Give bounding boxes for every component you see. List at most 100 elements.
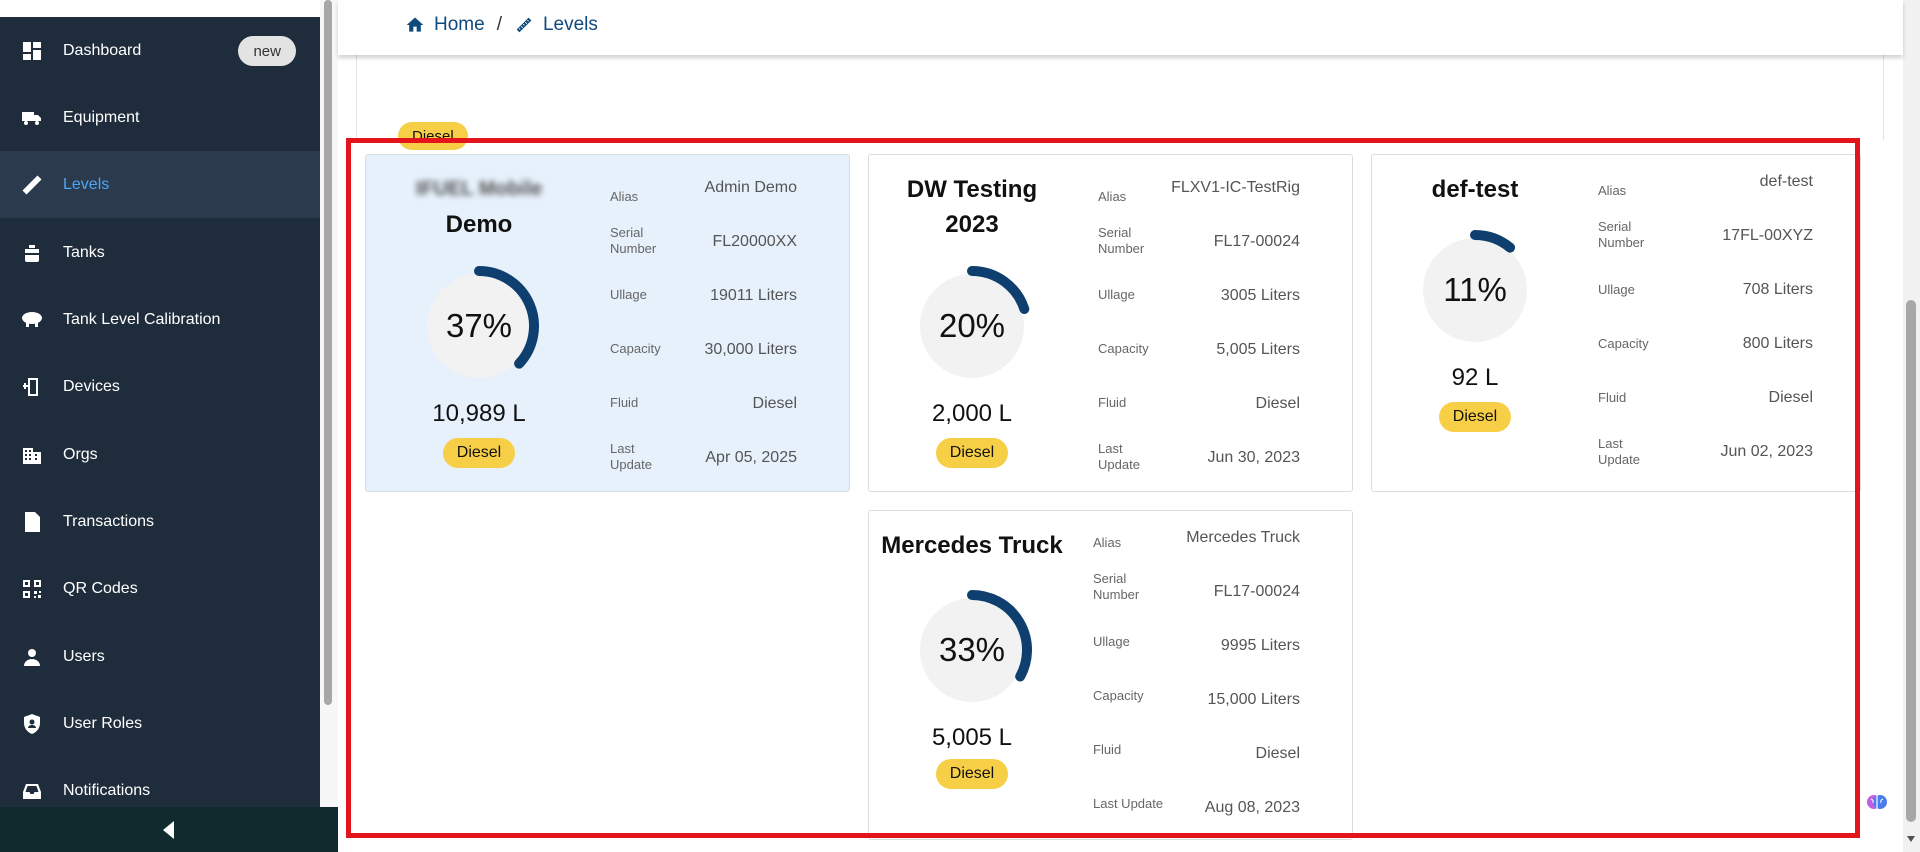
fluid-chip: Diesel <box>443 438 515 468</box>
tank-name-line2: Demo <box>445 211 513 238</box>
field-value-fluid: Diesel <box>1255 745 1300 762</box>
sidebar-item-user-roles[interactable]: User Roles <box>0 690 320 757</box>
field-value-ullage: 3005 Liters <box>1220 287 1300 304</box>
sidebar-item-dashboard[interactable]: Dashboard new <box>0 17 320 84</box>
sidebar-item-label: Equipment <box>63 108 140 126</box>
tank-level-gauge: 37% <box>414 261 544 391</box>
breadcrumb-current[interactable]: Levels <box>543 14 598 36</box>
tank-level-percent: 20% <box>938 307 1006 344</box>
sidebar-scrollbar-thumb[interactable] <box>324 0 332 705</box>
sidebar-item-qr-codes[interactable]: QR Codes <box>0 555 320 622</box>
home-icon <box>406 17 424 32</box>
field-value-ullage: 19011 Liters <box>710 287 797 304</box>
sidebar-item-orgs[interactable]: Orgs <box>0 421 320 488</box>
field-value-serial: FL17-00024 <box>1213 233 1300 250</box>
scroll-down-arrow-icon[interactable] <box>1906 832 1916 846</box>
field-value-ullage: 9995 Liters <box>1220 637 1300 654</box>
sidebar-item-tank-level-calibration[interactable]: Tank Level Calibration <box>0 286 320 353</box>
tank-level-gauge: 33% <box>907 585 1037 715</box>
sidebar-item-devices[interactable]: Devices <box>0 353 320 420</box>
field-value-ullage: 708 Liters <box>1742 281 1813 298</box>
sidebar-item-users[interactable]: Users <box>0 623 320 690</box>
breadcrumb: Home / Levels <box>405 14 598 36</box>
tank-name-line1: DW Testing <box>906 176 1038 203</box>
main-scrollbar-thumb[interactable] <box>1906 300 1916 822</box>
tank-card[interactable]: Mercedes Truck 33% 5,005 L Diesel Alias Merce… <box>868 510 1353 840</box>
tank-volume: 2,000 L <box>931 400 1013 427</box>
sidebar-item-levels[interactable]: Levels <box>0 151 320 218</box>
ai-assistant-brain-icon[interactable] <box>1865 790 1889 814</box>
field-value-fluid: Diesel <box>752 395 797 412</box>
tank-name: Mercedes Truck <box>881 532 1063 559</box>
tank-level-percent: 37% <box>445 307 513 344</box>
field-value-last-update: Apr 05, 2025 <box>705 449 797 466</box>
receipt-icon <box>20 510 44 534</box>
breadcrumb-home-link[interactable]: Home <box>434 14 485 36</box>
tank-level-percent: 11% <box>1443 271 1507 308</box>
tank-icon <box>20 241 44 265</box>
sidebar-item-label: Notifications <box>63 781 151 799</box>
ruler-icon <box>20 173 44 197</box>
sidebar-item-label: Orgs <box>63 445 98 463</box>
levels-panel: Diesel <box>356 40 1884 150</box>
fluid-chip: Diesel <box>936 438 1008 468</box>
field-value-capacity: 30,000 Liters <box>704 341 797 358</box>
user-icon <box>20 645 44 669</box>
new-badge: new <box>238 36 296 66</box>
tank-card[interactable]: DW Testing 2023 20% 2,000 L Diesel Alias FLXV1… <box>868 154 1353 492</box>
qr-code-icon <box>20 577 44 601</box>
sidebar-item-transactions[interactable]: Transactions <box>0 488 320 555</box>
building-icon <box>20 443 44 467</box>
field-value-alias: Mercedes Truck <box>1186 529 1300 546</box>
chevron-left-icon <box>163 820 174 839</box>
app-root: Dashboard new Equipment Levels Tanks Tank Lev… <box>0 0 1920 852</box>
fluid-filter-chip[interactable]: Diesel <box>398 122 468 150</box>
shield-user-icon <box>20 712 44 736</box>
tank-volume: 10,989 L <box>432 400 526 427</box>
field-value-serial: FL17-00024 <box>1213 583 1300 600</box>
field-value-capacity: 800 Liters <box>1742 335 1813 352</box>
sidebar-item-label: Devices <box>63 377 120 395</box>
tank-level-gauge: 11% <box>1410 225 1540 355</box>
sidebar-item-label: Levels <box>63 175 110 193</box>
fluid-chip: Diesel <box>1439 402 1511 432</box>
inbox-icon <box>20 779 44 803</box>
field-value-last-update: Jun 02, 2023 <box>1720 443 1813 460</box>
topbar: Home / Levels <box>338 0 1903 55</box>
tank-volume: 5,005 L <box>931 724 1013 751</box>
field-value-alias: FLXV1-IC-TestRig <box>1171 179 1300 196</box>
field-value-last-update: Aug 08, 2023 <box>1204 799 1300 816</box>
field-value-alias: Admin Demo <box>704 179 797 196</box>
sidebar-nav: Dashboard new Equipment Levels Tanks Tank Lev… <box>0 17 320 807</box>
tank-card[interactable]: IFUEL Mobile Demo 37% 10,989 L Diesel Alias Ad… <box>365 154 850 492</box>
field-value-serial: 17FL-00XYZ <box>1722 227 1813 244</box>
sidebar-item-label: Tank Level Calibration <box>63 310 221 328</box>
sidebar-item-label: Tanks <box>63 243 105 261</box>
truck-icon <box>20 106 44 130</box>
collapse-sidebar-button[interactable] <box>0 807 338 852</box>
tank-card[interactable]: def-test 11% 92 L Diesel Alias def-test Serial… <box>1371 154 1861 492</box>
device-icon <box>20 375 44 399</box>
field-value-capacity: 5,005 Liters <box>1216 341 1300 358</box>
tank-level-gauge: 20% <box>907 261 1037 391</box>
field-value-fluid: Diesel <box>1255 395 1300 412</box>
field-value-fluid: Diesel <box>1768 389 1813 406</box>
sidebar-item-label: Users <box>63 647 105 665</box>
sidebar-item-label: Transactions <box>63 512 154 530</box>
sidebar-item-label: User Roles <box>63 714 143 732</box>
tank-volume: 92 L <box>1451 364 1499 391</box>
sidebar-item-label: Dashboard <box>63 41 142 59</box>
sidebar-item-equipment[interactable]: Equipment <box>0 84 320 151</box>
field-value-alias: def-test <box>1759 173 1813 190</box>
sidebar-item-notifications[interactable]: Notifications <box>0 757 320 807</box>
breadcrumb-separator: / <box>496 14 502 35</box>
sidebar: Dashboard new Equipment Levels Tanks Tank Lev… <box>0 0 338 852</box>
ruler-icon <box>515 16 533 34</box>
tank-name-line2: 2023 <box>945 211 999 238</box>
dashboard-icon <box>20 39 44 63</box>
fluid-chip: Diesel <box>936 759 1008 789</box>
sidebar-item-tanks[interactable]: Tanks <box>0 219 320 286</box>
tank-name: def-test <box>1431 176 1519 203</box>
tank-name-line1: IFUEL Mobile <box>415 178 543 200</box>
field-value-last-update: Jun 30, 2023 <box>1207 449 1300 466</box>
